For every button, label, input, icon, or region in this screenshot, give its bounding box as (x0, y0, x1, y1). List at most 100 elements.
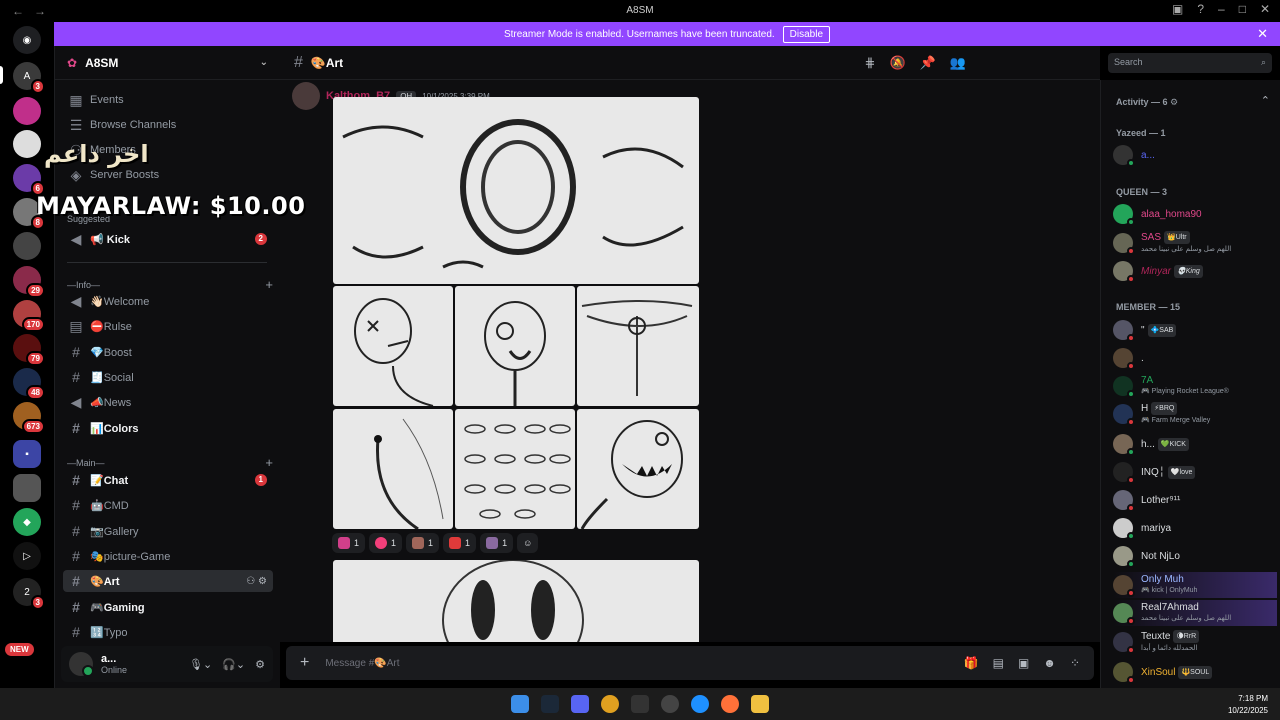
headphones-icon[interactable]: 🎧⌄ (222, 658, 245, 671)
pin-icon[interactable]: 📌 (920, 55, 936, 71)
reaction[interactable]: 1 (369, 533, 403, 553)
channel-cmd[interactable]: # 🤖CMD (63, 494, 273, 516)
attachment-image[interactable] (333, 286, 453, 406)
firefox-icon[interactable] (721, 695, 739, 713)
sidebar-item-browse[interactable]: ☰ Browse Channels (63, 114, 273, 136)
gift-icon[interactable]: 🎁 (964, 656, 979, 670)
attachment-image[interactable] (577, 409, 699, 529)
member-row[interactable]: . (1113, 345, 1277, 371)
member-row[interactable]: Minyar 💀King (1113, 258, 1277, 284)
member-row[interactable]: XinSoul 🔱SOUL (1113, 659, 1277, 685)
steam-icon[interactable] (541, 695, 559, 713)
channel-chat[interactable]: # 📝Chat 1 (63, 469, 273, 491)
attachment-image[interactable] (333, 97, 699, 284)
server-icon[interactable]: 79 (13, 334, 45, 366)
member-row[interactable]: h... 💚KICK (1113, 431, 1277, 457)
member-row[interactable]: Only Muh 🎮 kick | OnlyMuh (1113, 572, 1277, 598)
server-icon[interactable]: A3 (13, 62, 45, 94)
sidebar-item-events[interactable]: ▦ Events (63, 89, 273, 111)
channel-social[interactable]: # 🧾Social (63, 366, 273, 388)
channel-typo[interactable]: # 🔢Typo (63, 621, 273, 643)
chrome-icon[interactable] (601, 695, 619, 713)
reaction[interactable]: 1 (480, 533, 514, 553)
add-channel-icon[interactable]: + (265, 455, 273, 470)
gif-icon[interactable]: ▤ (993, 656, 1004, 670)
apps-icon[interactable]: ⁘ (1070, 656, 1080, 670)
app-icon[interactable] (631, 695, 649, 713)
member-row[interactable]: mariya (1113, 515, 1277, 541)
disable-button[interactable]: Disable (782, 25, 831, 43)
member-row[interactable]: Teuxte 🌘RrR الحمدلله دائما و أبدا (1113, 629, 1277, 655)
server-icon[interactable] (13, 130, 41, 158)
avatar[interactable] (292, 82, 320, 110)
server-icon[interactable] (13, 232, 41, 260)
member-row[interactable]: SAS 👑Ultr اللهم صل وسلم على نبينا محمد (1113, 230, 1277, 256)
member-row[interactable]: 7A 🎮 Playing Rocket League® (1113, 373, 1277, 399)
mute-bell-icon[interactable]: 🔕 (889, 55, 905, 71)
member-row[interactable]: a... (1113, 142, 1277, 168)
server-icon[interactable]: 170 (13, 300, 45, 332)
discord-icon[interactable] (571, 695, 589, 713)
gear-icon[interactable]: ⚙ (255, 658, 265, 671)
home-discord-icon[interactable]: ◉ (13, 26, 41, 54)
attachment-image[interactable] (333, 409, 453, 529)
app-icon[interactable] (661, 695, 679, 713)
attachment-image[interactable] (577, 286, 699, 406)
server-icon[interactable]: 29 (13, 266, 45, 298)
category-main[interactable]: —Main— + (67, 455, 273, 470)
member-row[interactable]: Real7Ahmad اللهم صل وسلم على نبينا محمد (1113, 600, 1277, 626)
close-icon[interactable]: ✕ (1257, 26, 1268, 42)
server-icon[interactable] (13, 97, 41, 125)
server-icon[interactable]: 673 (13, 402, 45, 434)
microphone-icon[interactable]: 🎙⌄ (189, 658, 212, 671)
member-row[interactable]: H ⚡BRQ 🎮 Farm Merge Valley (1113, 401, 1277, 427)
member-row[interactable]: alaa_homa90 (1113, 201, 1277, 227)
reaction[interactable]: 1 (406, 533, 440, 553)
app-icon[interactable] (691, 695, 709, 713)
attachment-image[interactable] (333, 560, 699, 642)
help-icon[interactable]: ? (1197, 2, 1204, 16)
add-attachment-icon[interactable]: + (300, 654, 309, 672)
threads-icon[interactable]: ⋕ (865, 55, 876, 71)
chevron-down-icon[interactable]: ⌄ (260, 57, 268, 68)
windows-start-icon[interactable] (511, 695, 529, 713)
member-row[interactable]: " 💠SAB (1113, 317, 1277, 343)
channel-art[interactable]: # 🎨Art ⚇ ⚙ (63, 570, 273, 592)
system-clock[interactable]: 7:18 PM 10/22/2025 (1228, 693, 1268, 717)
reaction[interactable]: 1 (332, 533, 366, 553)
minimize-icon[interactable]: – (1218, 2, 1225, 16)
server-icon[interactable]: 23 (13, 578, 45, 610)
channel-picture-game[interactable]: # 🎭picture-Game (63, 545, 273, 567)
folder-icon[interactable]: ▪ (13, 440, 41, 468)
add-reaction-button[interactable]: ☺ (517, 533, 539, 553)
member-list-icon[interactable]: 👥 (950, 55, 966, 71)
channel-welcome[interactable]: ◀ 👋🏻Welcome (63, 290, 273, 312)
chevron-up-icon[interactable]: ⌃ (1261, 94, 1270, 107)
channel-rules[interactable]: ▤ ⛔Rulse (63, 315, 273, 337)
member-row[interactable]: INQ╎ 🤍love (1113, 459, 1277, 485)
activity-header[interactable]: Activity — 6 ⚙ (1116, 97, 1178, 108)
reaction[interactable]: 1 (443, 533, 477, 553)
channel-gallery[interactable]: # 📷Gallery (63, 520, 273, 542)
file-explorer-icon[interactable] (751, 695, 769, 713)
channel-boost[interactable]: # 💎Boost (63, 341, 273, 363)
channel-gaming[interactable]: # 🎮Gaming (63, 596, 273, 618)
search-input[interactable]: Search ⌕ (1108, 53, 1272, 73)
maximize-icon[interactable]: □ (1239, 2, 1246, 16)
member-row[interactable]: Not NjLo (1113, 543, 1277, 569)
close-window-icon[interactable]: ✕ (1260, 2, 1270, 16)
inbox-icon[interactable]: ▣ (1172, 2, 1183, 16)
channel-colors[interactable]: # 📊Colors (63, 417, 273, 439)
avatar[interactable] (69, 652, 94, 677)
attachment-image[interactable] (455, 409, 575, 529)
message-input[interactable]: Message #🎨Art (325, 658, 399, 669)
server-icon[interactable] (13, 474, 41, 502)
invite-settings-icon[interactable]: ⚇ ⚙ (246, 576, 267, 587)
guild-header[interactable]: ✿ A8SM ⌄ (55, 46, 280, 80)
server-icon[interactable]: ◆ (13, 508, 41, 536)
discover-icon[interactable]: ▷ (13, 542, 41, 570)
emoji-icon[interactable]: ☻ (1043, 656, 1056, 670)
server-icon[interactable]: 48 (13, 368, 45, 400)
message-composer[interactable]: + Message #🎨Art 🎁 ▤ ▣ ☻ ⁘ (286, 646, 1094, 680)
member-row[interactable]: Lother⁹¹¹ (1113, 487, 1277, 513)
